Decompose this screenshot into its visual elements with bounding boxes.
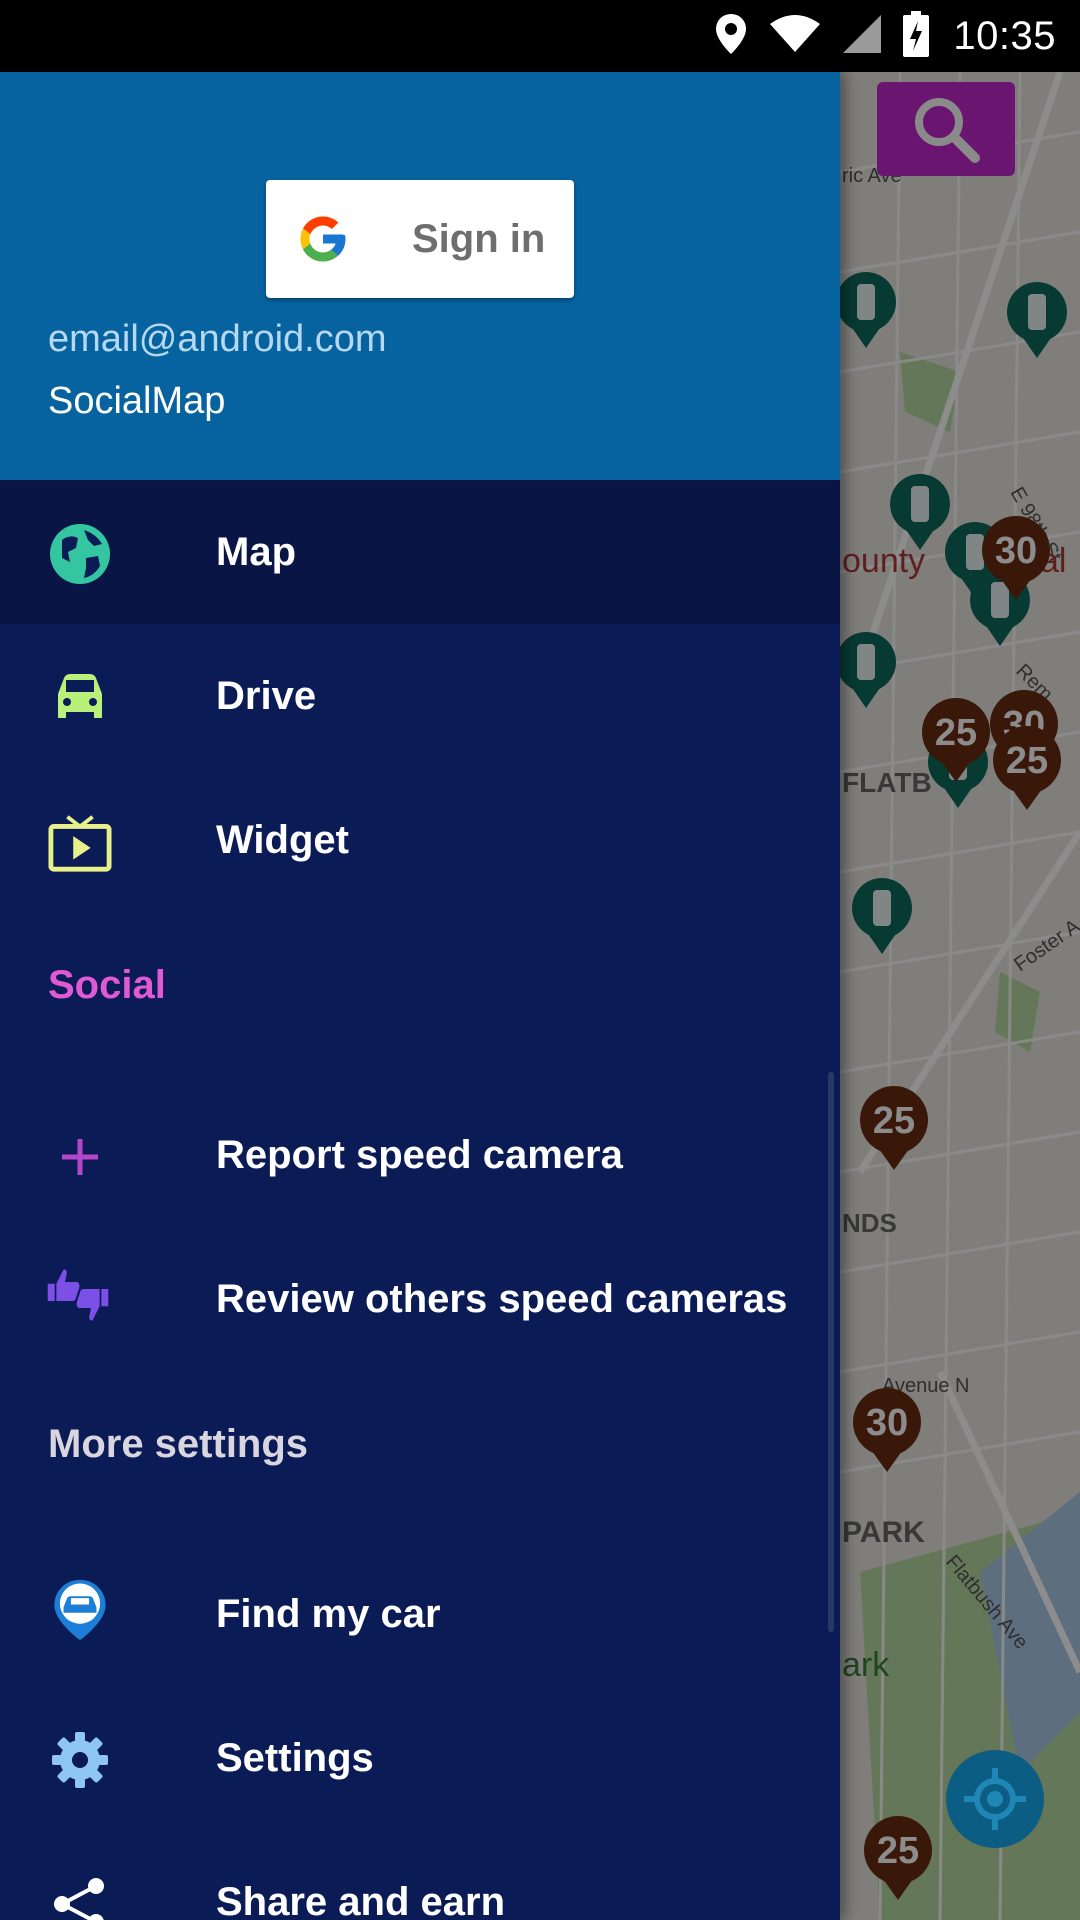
menu-item-map[interactable]: Map xyxy=(0,480,840,624)
google-logo-icon xyxy=(300,216,346,262)
menu-item-label: Report speed camera xyxy=(216,1133,623,1177)
my-location-button[interactable] xyxy=(946,1750,1044,1848)
section-social: Social xyxy=(0,912,840,1083)
globe-icon xyxy=(50,524,110,584)
wifi-icon xyxy=(769,14,821,59)
gear-icon xyxy=(52,1732,108,1788)
status-bar: 10:35 xyxy=(0,0,1080,72)
menu-item-drive[interactable]: Drive xyxy=(0,624,840,768)
section-title-social: Social xyxy=(48,963,166,1007)
car-icon xyxy=(58,674,102,718)
clock: 10:35 xyxy=(953,13,1056,58)
sign-in-label: Sign in xyxy=(412,217,546,261)
app-name: SocialMap xyxy=(48,380,226,422)
signal-icon xyxy=(841,13,883,60)
menu-item-widget[interactable]: Widget xyxy=(0,768,840,912)
menu-item-share-and-earn[interactable]: Share and earn xyxy=(0,1830,840,1920)
menu-item-label: Share and earn xyxy=(216,1880,506,1920)
drawer-scrollbar[interactable] xyxy=(828,1072,834,1632)
crosshair-icon xyxy=(964,1768,1026,1830)
menu-item-label: Drive xyxy=(216,674,317,718)
battery-charging-icon xyxy=(903,10,930,62)
section-more-settings: More settings xyxy=(0,1371,840,1542)
navigation-drawer: Sign in email@android.com SocialMap Map … xyxy=(0,72,840,1920)
menu-item-label: Map xyxy=(216,530,296,574)
plus-icon xyxy=(62,1139,98,1175)
share-icon xyxy=(54,1878,104,1920)
map-search-button[interactable] xyxy=(877,82,1015,176)
thumbs-up-down-icon xyxy=(47,1269,109,1321)
drawer-header: Sign in email@android.com SocialMap xyxy=(0,72,840,480)
menu-item-label: Widget xyxy=(216,818,349,862)
menu-item-label: Find my car xyxy=(216,1592,441,1636)
car-pin-icon xyxy=(54,1579,106,1641)
status-icons: 10:35 xyxy=(713,0,1056,72)
menu-item-report-speed-camera[interactable]: Report speed camera xyxy=(0,1083,840,1227)
account-email: email@android.com xyxy=(48,318,387,360)
menu-item-label: Settings xyxy=(216,1736,374,1780)
menu-item-settings[interactable]: Settings xyxy=(0,1686,840,1830)
drawer-menu: Map Drive Widget Social Report speed cam… xyxy=(0,480,840,1920)
menu-item-review-speed-cameras[interactable]: Review others speed cameras xyxy=(0,1227,840,1371)
section-title-more-settings: More settings xyxy=(48,1422,309,1466)
location-icon xyxy=(713,12,749,61)
tv-play-icon xyxy=(48,815,112,872)
search-icon xyxy=(915,98,980,163)
menu-item-find-my-car[interactable]: Find my car xyxy=(0,1542,840,1686)
menu-item-label: Review others speed cameras xyxy=(216,1277,788,1321)
google-sign-in-button[interactable]: Sign in xyxy=(266,180,574,298)
